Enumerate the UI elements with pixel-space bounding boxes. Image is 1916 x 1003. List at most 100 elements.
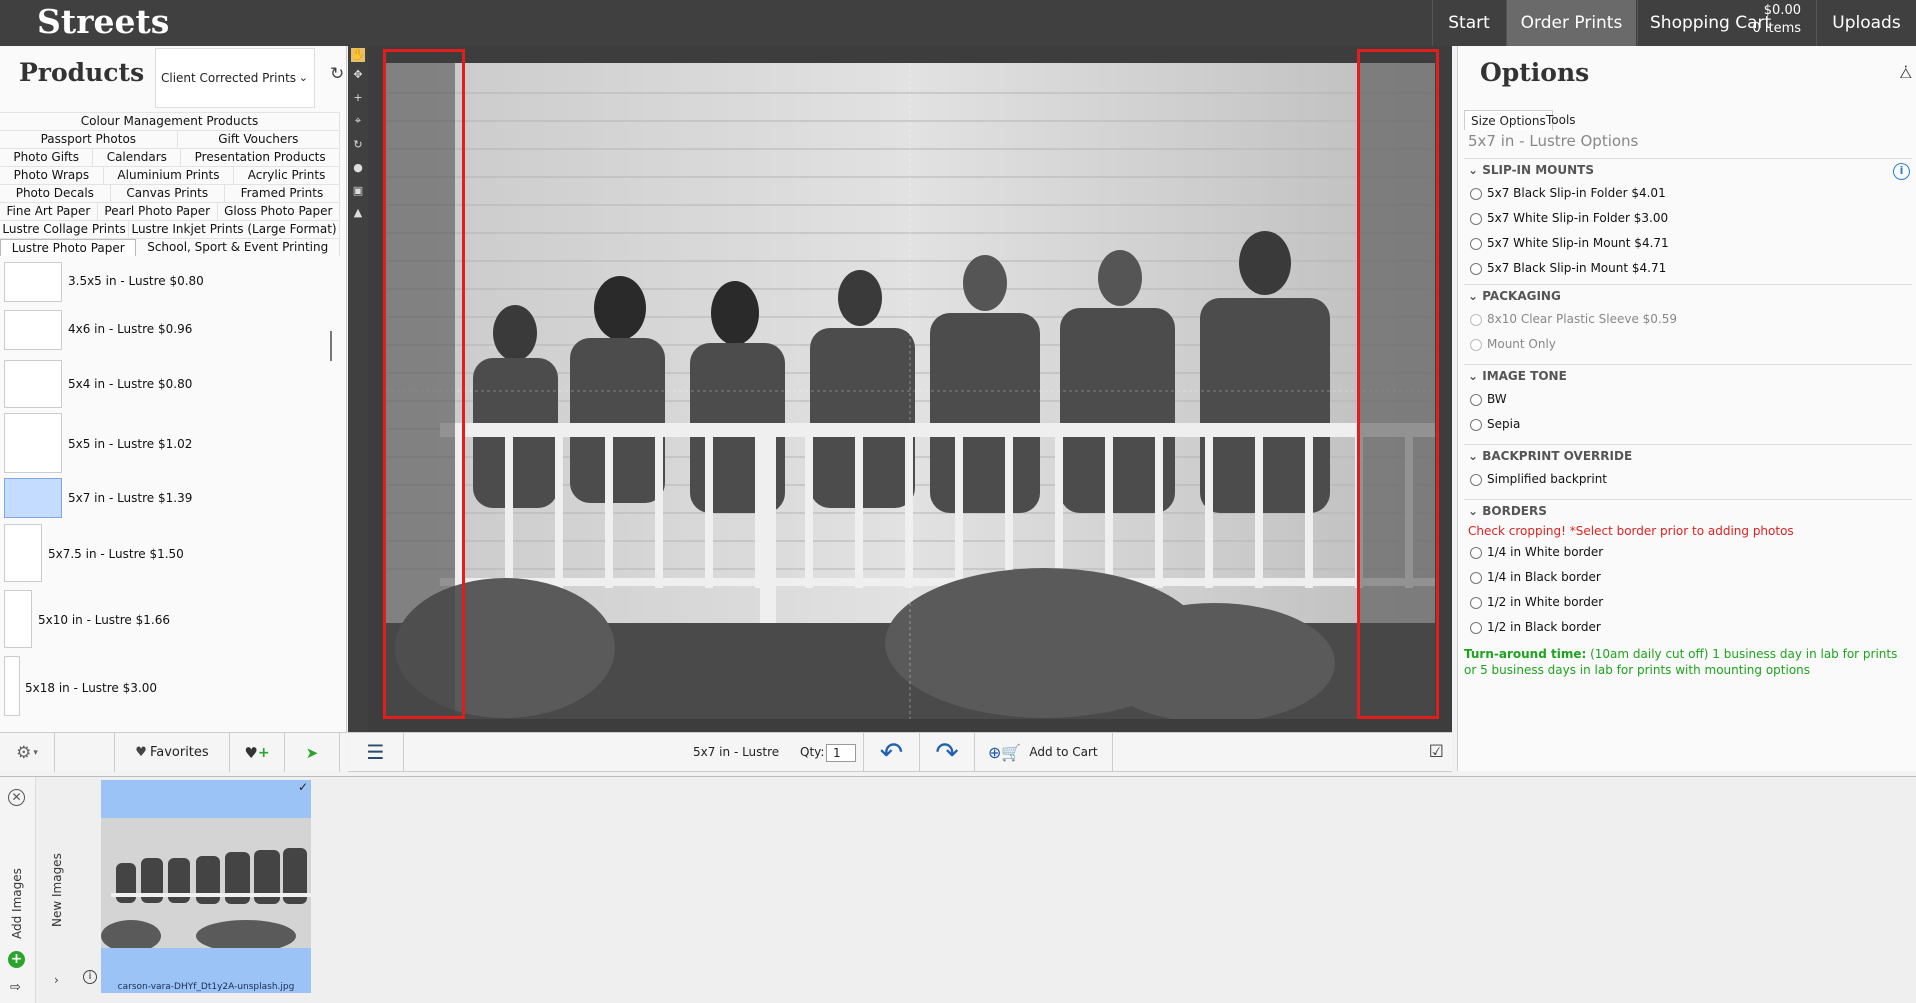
size-list-item[interactable]: 5x7 in - Lustre $1.39: [0, 478, 330, 524]
size-thumbnail[interactable]: [4, 656, 20, 716]
size-list-item[interactable]: 3.5x5 in - Lustre $0.80: [0, 262, 330, 308]
export-icon[interactable]: ⇨: [10, 980, 21, 995]
frame-tool-icon[interactable]: ▣: [351, 184, 365, 198]
nav-order-prints[interactable]: Order Prints: [1506, 0, 1636, 46]
product-tab[interactable]: Acrylic Prints: [234, 167, 340, 184]
photo-area[interactable]: [385, 63, 1435, 719]
product-tab[interactable]: Framed Prints: [225, 185, 340, 202]
settings-dropdown[interactable]: ⚙ ▾: [0, 733, 55, 772]
option-radio[interactable]: Simplified backprint: [1464, 467, 1912, 492]
size-list-item[interactable]: 5x4 in - Lustre $0.80: [0, 360, 330, 414]
product-tab[interactable]: Lustre Collage Prints: [0, 221, 130, 238]
product-tab[interactable]: Aluminium Prints: [104, 167, 235, 184]
tab-tools[interactable]: Tools: [1540, 110, 1582, 130]
size-list-scrollbar[interactable]: [330, 331, 332, 361]
product-tab[interactable]: Canvas Prints: [111, 185, 225, 202]
size-list-item[interactable]: 5x18 in - Lustre $3.00: [0, 656, 330, 722]
option-radio[interactable]: 1/4 in White border: [1464, 540, 1912, 565]
product-tab[interactable]: Passport Photos: [0, 131, 178, 148]
size-list-item[interactable]: 5x7.5 in - Lustre $1.50: [0, 524, 330, 588]
checkbox-icon[interactable]: ☑: [1429, 742, 1444, 762]
refresh-icon[interactable]: ↻: [330, 64, 344, 84]
rotate-tool-icon[interactable]: ↻: [351, 138, 365, 152]
radio-button[interactable]: [1470, 596, 1482, 609]
add-images-label[interactable]: Add Images: [10, 868, 26, 939]
info-icon[interactable]: i: [83, 970, 97, 984]
size-list-item[interactable]: 5x5 in - Lustre $1.02: [0, 413, 330, 479]
section-header[interactable]: ⌄ SLIP-IN MOUNTS: [1464, 159, 1912, 181]
close-icon[interactable]: ✕: [8, 789, 25, 806]
option-radio[interactable]: Sepia: [1464, 412, 1912, 437]
chevron-right-icon[interactable]: ›: [54, 973, 59, 987]
size-thumbnail[interactable]: [4, 360, 62, 408]
radio-button[interactable]: [1470, 418, 1482, 431]
product-tab[interactable]: Lustre Photo Paper: [0, 239, 137, 256]
crosshair-tool-icon[interactable]: +: [351, 91, 365, 105]
size-thumbnail[interactable]: [4, 413, 62, 473]
radio-button[interactable]: [1470, 546, 1482, 559]
option-radio[interactable]: 1/2 in Black border: [1464, 615, 1912, 640]
product-tab[interactable]: Colour Management Products: [0, 113, 340, 130]
info-icon[interactable]: i: [1893, 163, 1910, 180]
nav-start[interactable]: Start: [1432, 0, 1505, 46]
section-header[interactable]: ⌄ BORDERS: [1464, 500, 1912, 522]
product-tab[interactable]: Photo Gifts: [0, 149, 94, 166]
radio-button[interactable]: [1470, 621, 1482, 634]
add-images-plus-icon[interactable]: +: [8, 951, 25, 968]
option-radio[interactable]: 5x7 Black Slip-in Mount $4.71: [1464, 256, 1912, 281]
product-tab[interactable]: Gift Vouchers: [178, 131, 340, 148]
product-tab[interactable]: Photo Decals: [0, 185, 111, 202]
image-thumbnail-card[interactable]: ✓ carson-vara-DHYf_Dt1y2A-unsplash.jpg: [101, 780, 311, 993]
move-tool-icon[interactable]: ✥: [351, 68, 365, 82]
text-tool-icon[interactable]: ▲: [351, 206, 365, 220]
option-radio[interactable]: 1/4 in Black border: [1464, 565, 1912, 590]
radio-button[interactable]: [1470, 262, 1482, 275]
add-to-cart-button[interactable]: ⊕🛒 Add to Cart: [988, 733, 1113, 771]
product-tab[interactable]: School, Sport & Event Printing: [136, 239, 340, 256]
photo-canvas[interactable]: [368, 46, 1452, 732]
redo-button[interactable]: ↷: [919, 733, 975, 771]
option-radio[interactable]: BW: [1464, 387, 1912, 412]
undo-button[interactable]: ↶: [863, 733, 919, 771]
product-tab[interactable]: Gloss Photo Paper: [218, 203, 340, 220]
size-list-item[interactable]: 5x10 in - Lustre $1.66: [0, 590, 330, 654]
collapse-panel-icon[interactable]: ⧊: [1900, 66, 1913, 82]
size-thumbnail[interactable]: [4, 590, 32, 648]
category-select[interactable]: Client Corrected Prints ⌄: [155, 48, 315, 108]
radio-button[interactable]: [1470, 393, 1482, 406]
layers-button[interactable]: ☰: [348, 733, 404, 771]
radio-button[interactable]: [1470, 187, 1482, 200]
qty-input[interactable]: 1: [826, 744, 856, 762]
size-thumbnail[interactable]: [4, 478, 62, 518]
size-thumbnail[interactable]: [4, 310, 62, 350]
product-tab[interactable]: Photo Wraps: [0, 167, 104, 184]
product-tab[interactable]: Calendars: [93, 149, 182, 166]
add-favorite-button[interactable]: ♥ +: [230, 733, 285, 772]
hand-tool-icon[interactable]: ✋: [351, 48, 365, 62]
favorites-button[interactable]: ♥ Favorites: [115, 733, 230, 772]
size-thumbnail[interactable]: [4, 524, 42, 582]
radio-button[interactable]: [1470, 473, 1482, 486]
radio-button[interactable]: [1470, 237, 1482, 250]
radio-button[interactable]: [1470, 212, 1482, 225]
product-tab[interactable]: Presentation Products: [181, 149, 340, 166]
nav-shopping-cart[interactable]: Shopping Cart $0.00 0 items: [1637, 0, 1815, 46]
option-radio[interactable]: 1/2 in White border: [1464, 590, 1912, 615]
crop-tool-icon[interactable]: ⌖: [351, 114, 365, 128]
option-radio[interactable]: 5x7 Black Slip-in Folder $4.01: [1464, 181, 1912, 206]
section-header[interactable]: ⌄ BACKPRINT OVERRIDE: [1464, 445, 1912, 467]
favorites-arrow-button[interactable]: ➤: [285, 733, 340, 772]
section-header[interactable]: ⌄ PACKAGING: [1464, 285, 1912, 307]
option-radio[interactable]: 5x7 White Slip-in Folder $3.00: [1464, 206, 1912, 231]
product-tab[interactable]: Pearl Photo Paper: [98, 203, 218, 220]
size-list-item[interactable]: 4x6 in - Lustre $0.96: [0, 310, 330, 356]
fill-tool-icon[interactable]: ●: [351, 161, 365, 175]
brand-logo[interactable]: Streets: [37, 2, 169, 41]
size-thumbnail[interactable]: [4, 262, 62, 302]
option-radio[interactable]: 5x7 White Slip-in Mount $4.71: [1464, 231, 1912, 256]
radio-button[interactable]: [1470, 571, 1482, 584]
product-tab[interactable]: Lustre Inkjet Prints (Large Format): [129, 221, 340, 238]
section-header[interactable]: ⌄ IMAGE TONE: [1464, 365, 1912, 387]
product-tab[interactable]: Fine Art Paper: [0, 203, 98, 220]
nav-uploads[interactable]: Uploads: [1816, 0, 1916, 46]
